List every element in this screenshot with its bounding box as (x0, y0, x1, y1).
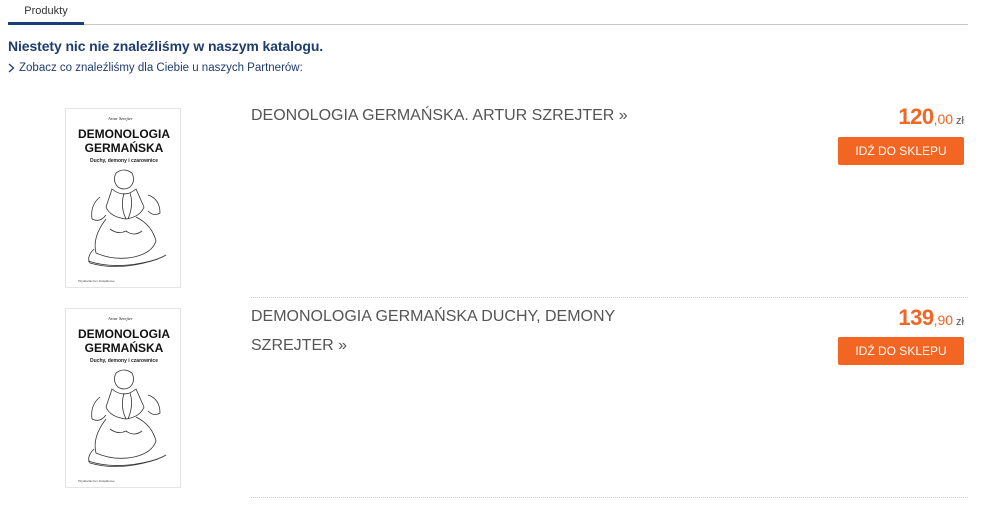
chevron-right-icon (8, 63, 15, 73)
price-decimal: ,90 (933, 312, 954, 328)
product-divider (251, 497, 968, 498)
cover-illustration (87, 169, 167, 267)
product-image[interactable]: Artur Szrejter DEMONOLOGIA GERMAŃSKA Duc… (65, 308, 181, 488)
svg-text:GERMAŃSKA: GERMAŃSKA (85, 340, 164, 355)
partners-link[interactable]: Zobacz co znaleźliśmy dla Ciebie u naszy… (8, 62, 303, 74)
svg-text:DEMONOLOGIA: DEMONOLOGIA (78, 127, 170, 141)
tab-produkty[interactable]: Produkty (8, 0, 84, 25)
go-to-shop-button[interactable]: IDŹ DO SKLEPU (838, 137, 964, 165)
price-integer: 139 (898, 305, 934, 330)
svg-text:Wydawnictwo Książkowe: Wydawnictwo Książkowe (78, 279, 115, 283)
svg-text:Wydawnictwo Książkowe: Wydawnictwo Książkowe (78, 479, 115, 483)
price-currency: zł (956, 115, 964, 127)
product-price: 120,00 zł (898, 104, 964, 130)
svg-text:GERMAŃSKA: GERMAŃSKA (85, 140, 164, 155)
partners-link-label: Zobacz co znaleźliśmy dla Ciebie u naszy… (19, 62, 303, 74)
go-to-shop-button[interactable]: IDŹ DO SKLEPU (838, 337, 964, 365)
svg-text:DEMONOLOGIA: DEMONOLOGIA (78, 327, 170, 341)
no-results-message: Niestety nic nie znaleźliśmy w naszym ka… (8, 38, 324, 54)
product-title-link[interactable]: DEONOLOGIA GERMAŃSKA. ARTUR SZREJTER » (251, 101, 671, 130)
svg-text:Duchy, demony i czarownice: Duchy, demony i czarownice (90, 358, 158, 364)
product-price: 139,90 zł (898, 305, 964, 331)
product-image[interactable]: Artur Szrejter DEMONOLOGIA GERMAŃSKA Duc… (65, 108, 181, 288)
cover-illustration (87, 369, 167, 467)
product-divider (251, 297, 968, 298)
price-integer: 120 (898, 104, 934, 129)
svg-text:Artur Szrejter: Artur Szrejter (107, 116, 133, 121)
product-title-link[interactable]: DEMONOLOGIA GERMAŃSKA DUCHY, DEMONY SZRE… (251, 302, 651, 360)
tab-bar: Produkty (8, 0, 968, 25)
svg-text:Duchy, demony i czarownice: Duchy, demony i czarownice (90, 158, 158, 164)
price-currency: zł (956, 316, 964, 328)
price-decimal: ,00 (933, 111, 954, 127)
svg-text:Artur Szrejter: Artur Szrejter (107, 316, 133, 321)
